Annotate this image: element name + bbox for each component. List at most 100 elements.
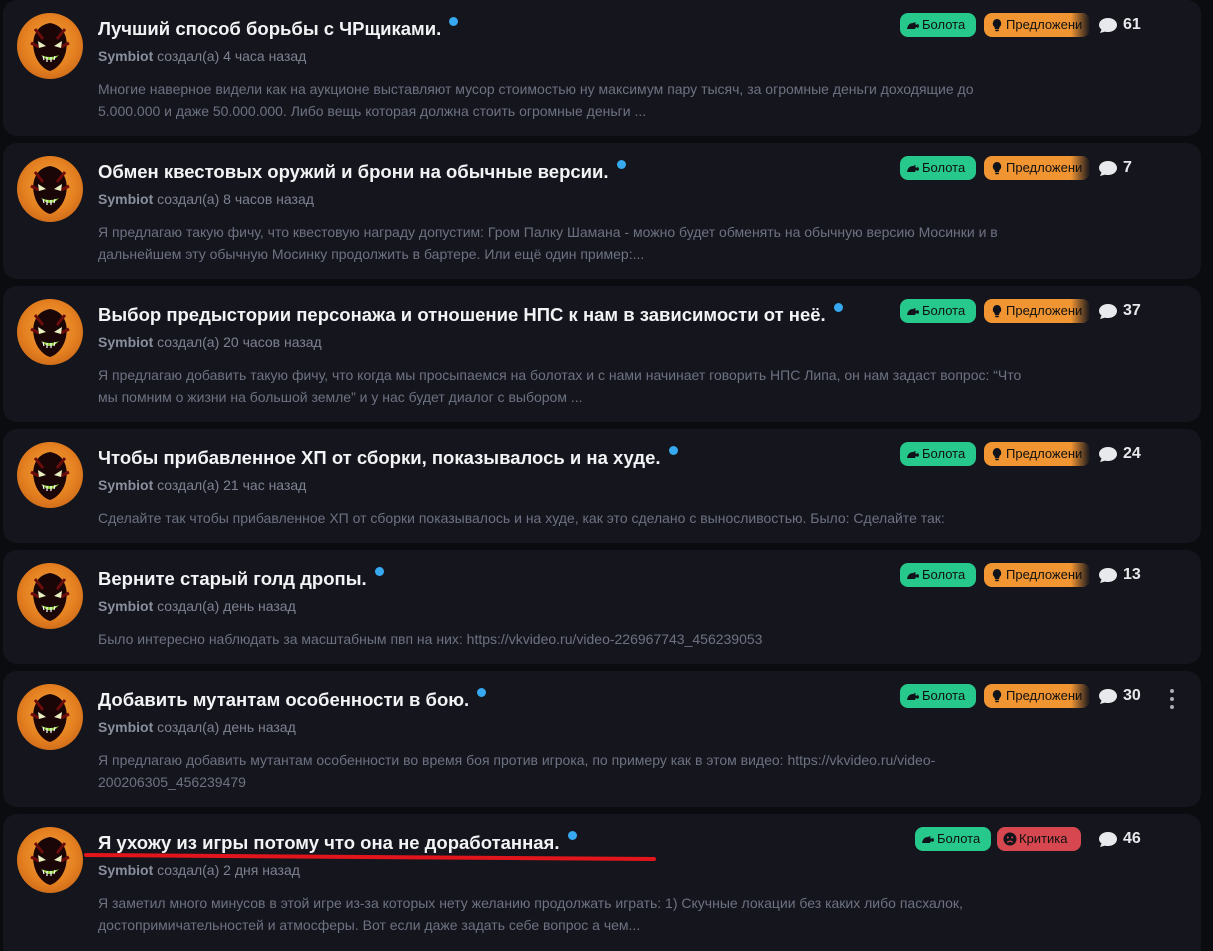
author-name[interactable]: Symbiot (98, 598, 153, 614)
frog-icon (907, 308, 919, 315)
excerpt-line: Я предлагаю такую фичу, что квестовую на… (98, 224, 998, 240)
unread-dot-icon (616, 160, 626, 169)
avatar[interactable] (17, 684, 83, 750)
symbiote-avatar-icon (30, 23, 70, 71)
topic-card[interactable]: Верните старый голд дропы. Symbiot созда… (3, 550, 1201, 664)
tag-kritika[interactable]: Критика (997, 827, 1081, 851)
speech-bubble-icon (1099, 18, 1117, 33)
excerpt-line: Многие наверное видели как на аукционе в… (98, 81, 974, 97)
unread-dot-icon (833, 303, 843, 312)
created-time: создал(а) 21 час назад (157, 477, 307, 493)
tag-bolota[interactable]: Болота (900, 13, 976, 37)
speech-bubble-icon (1099, 689, 1117, 704)
avatar[interactable] (17, 299, 83, 365)
excerpt-line: 5.000.000 и даже 50.000.000. Либо вещь к… (98, 103, 647, 119)
avatar[interactable] (17, 156, 83, 222)
author-name[interactable]: Symbiot (98, 477, 153, 493)
unread-dot-icon (477, 688, 487, 697)
topic-card[interactable]: Чтобы прибавленное ХП от сборки, показыв… (3, 429, 1201, 543)
author-name[interactable]: Symbiot (98, 862, 153, 878)
created-time: создал(а) 8 часов назад (157, 191, 314, 207)
avatar[interactable] (17, 563, 83, 629)
topic-title[interactable]: Добавить мутантам особенности в бою. (98, 688, 487, 711)
topic-card[interactable]: Я ухожу из игры потому что она не дорабо… (3, 814, 1201, 951)
created-time: создал(а) 2 дня назад (157, 862, 300, 878)
symbiote-avatar-icon (30, 694, 70, 742)
tag-bolota[interactable]: Болота (900, 156, 976, 180)
excerpt-line: дальнейшем эту обычную Мосинку продолжит… (98, 246, 645, 262)
topic-excerpt: Я предлагаю добавить мутантам особенност… (98, 749, 1098, 793)
tag-group: Болота Предложени (900, 563, 1090, 587)
excerpt-line: Я заметил много минусов в этой игре из-з… (98, 895, 963, 911)
lightbulb-icon (992, 19, 1002, 32)
created-time: создал(а) 4 часа назад (157, 48, 307, 64)
topic-list: Лучший способ борьбы с ЧРщиками. Symbiot… (0, 0, 1213, 951)
avatar[interactable] (17, 442, 83, 508)
topic-title[interactable]: Выбор предыстории персонажа и отношение … (98, 303, 843, 326)
symbiote-avatar-icon (30, 573, 70, 621)
tag-bolota[interactable]: Болота (900, 684, 976, 708)
symbiote-avatar-icon (30, 309, 70, 357)
excerpt-line: Я предлагаю добавить мутантам особенност… (98, 752, 936, 768)
topic-excerpt: Я заметил много минусов в этой игре из-з… (98, 892, 1098, 936)
avatar[interactable] (17, 13, 83, 79)
topic-title[interactable]: Чтобы прибавленное ХП от сборки, показыв… (98, 446, 678, 469)
author-name[interactable]: Symbiot (98, 719, 153, 735)
topic-meta: Symbiot создал(а) день назад (98, 598, 296, 614)
author-name[interactable]: Symbiot (98, 334, 153, 350)
excerpt-line: достопримичательностей и атмосферы. Вот … (98, 917, 641, 933)
author-name[interactable]: Symbiot (98, 191, 153, 207)
excerpt-line: мы помним о жизни на большой земле” и у … (98, 389, 583, 405)
topic-meta: Symbiot создал(а) 20 часов назад (98, 334, 322, 350)
tag-bolota[interactable]: Болота (900, 563, 976, 587)
avatar[interactable] (17, 827, 83, 893)
tag-predlozhenie[interactable]: Предложени (984, 563, 1090, 587)
topic-excerpt: Было интересно наблюдать за масштабным п… (98, 628, 1098, 650)
tag-bolota[interactable]: Болота (900, 442, 976, 466)
topic-excerpt: Многие наверное видели как на аукционе в… (98, 78, 1098, 122)
tag-group: Болота Предложени (900, 299, 1090, 323)
topic-meta: Symbiot создал(а) день назад (98, 719, 296, 735)
speech-bubble-icon (1099, 161, 1117, 176)
tag-predlozhenie[interactable]: Предложени (984, 13, 1090, 37)
tag-predlozhenie[interactable]: Предложени (984, 156, 1090, 180)
tag-group: Болота Предложени (900, 442, 1090, 466)
speech-bubble-icon (1099, 832, 1117, 847)
topic-title[interactable]: Обмен квестовых оружий и брони на обычны… (98, 160, 626, 183)
tag-bolota[interactable]: Болота (900, 299, 976, 323)
symbiote-avatar-icon (30, 166, 70, 214)
tag-group: Болота Критика (915, 827, 1085, 851)
topic-excerpt: Сделайте так чтобы прибавленное ХП от сб… (98, 507, 1098, 529)
topic-card[interactable]: Обмен квестовых оружий и брони на обычны… (3, 143, 1201, 279)
kebab-menu-icon[interactable] (1167, 688, 1177, 712)
topic-excerpt: Я предлагаю добавить такую фичу, что ког… (98, 364, 1098, 408)
tag-group: Болота Предложени (900, 684, 1090, 708)
topic-title[interactable]: Лучший способ борьбы с ЧРщиками. (98, 17, 459, 40)
tag-predlozhenie[interactable]: Предложени (984, 684, 1090, 708)
tag-group: Болота Предложени (900, 156, 1090, 180)
created-time: создал(а) день назад (157, 719, 296, 735)
tag-bolota[interactable]: Болота (915, 827, 991, 851)
topic-card[interactable]: Добавить мутантам особенности в бою. Sym… (3, 671, 1201, 807)
author-name[interactable]: Symbiot (98, 48, 153, 64)
frog-icon (907, 693, 919, 700)
topic-title[interactable]: Верните старый голд дропы. (98, 567, 384, 590)
frog-icon (922, 836, 934, 843)
excerpt-line: Сделайте так чтобы прибавленное ХП от сб… (98, 510, 945, 526)
unread-dot-icon (449, 17, 459, 26)
excerpt-line: Было интересно наблюдать за масштабным п… (98, 631, 763, 647)
excerpt-line: 200206305_456239479 (98, 774, 246, 790)
frog-icon (907, 22, 919, 29)
tag-predlozhenie[interactable]: Предложени (984, 442, 1090, 466)
topic-meta: Symbiot создал(а) 21 час назад (98, 477, 306, 493)
topic-meta: Symbiot создал(а) 8 часов назад (98, 191, 314, 207)
topic-card[interactable]: Выбор предыстории персонажа и отношение … (3, 286, 1201, 422)
created-time: создал(а) 20 часов назад (157, 334, 322, 350)
topic-card[interactable]: Лучший способ борьбы с ЧРщиками. Symbiot… (3, 0, 1201, 136)
lightbulb-icon (992, 162, 1002, 175)
topic-excerpt: Я предлагаю такую фичу, что квестовую на… (98, 221, 1098, 265)
topic-meta: Symbiot создал(а) 4 часа назад (98, 48, 306, 64)
symbiote-avatar-icon (30, 837, 70, 885)
tag-predlozhenie[interactable]: Предложени (984, 299, 1090, 323)
topic-title[interactable]: Я ухожу из игры потому что она не дорабо… (98, 831, 577, 854)
